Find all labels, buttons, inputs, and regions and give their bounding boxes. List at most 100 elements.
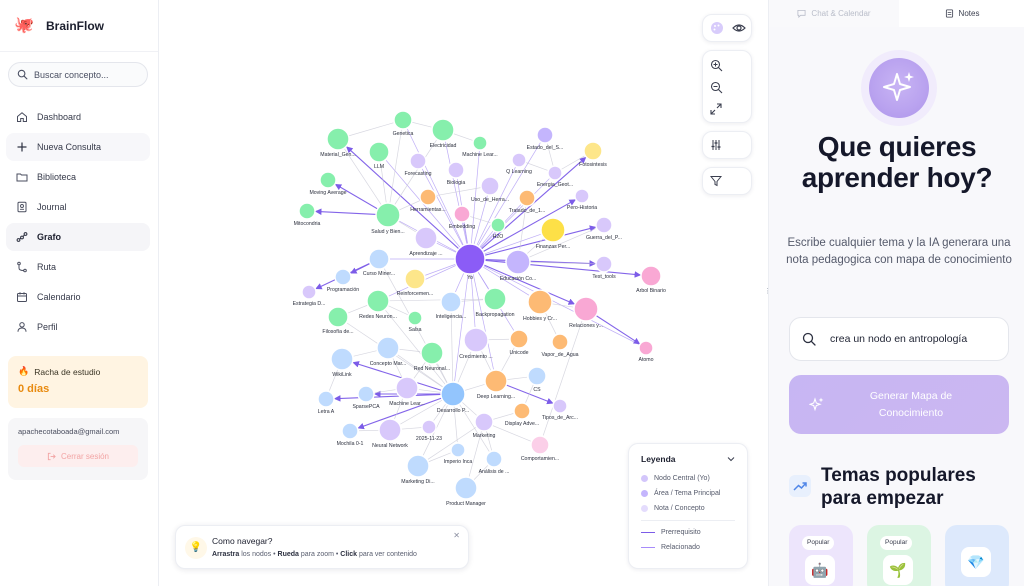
graph-node-circle[interactable] — [485, 450, 503, 468]
sidebar-item-calendario[interactable]: Calendario — [6, 283, 150, 311]
graph-node-fecha[interactable]: 2025-11-23 — [416, 419, 442, 442]
graph-node-circle[interactable] — [640, 265, 662, 287]
graph-canvas[interactable]: Yo Genetica Electricidad Material_Gen... LLM… — [160, 0, 767, 586]
graph-node-circle[interactable] — [518, 189, 536, 207]
graph-node-circle[interactable] — [407, 310, 423, 326]
graph-node-circle[interactable] — [505, 249, 531, 275]
graph-node-salsa[interactable]: Salsa — [407, 310, 423, 333]
graph-node-circle[interactable] — [375, 202, 401, 228]
graph-node-estado[interactable]: Estado_del_S... — [527, 126, 564, 151]
generate-map-button[interactable]: Generar Mapa de Conocimiento — [789, 375, 1009, 434]
graph-node-moving[interactable]: Moving Average — [309, 171, 347, 196]
graph-node-circle[interactable] — [540, 217, 566, 243]
graph-node-circle[interactable] — [440, 381, 466, 407]
graph-node-inteligencia[interactable]: Inteligencia... — [436, 291, 467, 320]
graph-node-circle[interactable] — [421, 419, 437, 435]
graph-node-pero[interactable]: Pero-Historia — [567, 188, 597, 211]
graph-node-display[interactable]: Display Adve... — [505, 402, 539, 427]
graph-node-qlearning[interactable]: Q Learning — [506, 152, 532, 175]
graph-node-material[interactable]: Material_Gen... — [320, 127, 356, 158]
graph-node-circle[interactable] — [595, 216, 613, 234]
graph-node-circle[interactable] — [511, 152, 527, 168]
graph-node-fotosintesis[interactable]: Fotosintesis — [579, 141, 607, 168]
graph-node-neural[interactable]: Neural Network — [372, 418, 408, 449]
graph-node-energia[interactable]: Energia_Geot... — [537, 165, 573, 188]
graph-node-circle[interactable] — [431, 118, 455, 142]
graph-node-circle[interactable] — [483, 287, 507, 311]
graph-node-circle[interactable] — [317, 390, 335, 408]
graph-node-estrategia[interactable]: Estrategia D... — [293, 284, 326, 307]
graph-node-circle[interactable] — [551, 333, 569, 351]
zoom-out-button[interactable] — [707, 78, 725, 96]
graph-node-redneuronal[interactable]: Red Neuronal... — [414, 341, 450, 372]
graph-node-circle[interactable] — [472, 135, 488, 151]
graph-node-circle[interactable] — [357, 385, 375, 403]
sliders-button[interactable] — [707, 136, 725, 154]
graph-node-reforzamiento[interactable]: Reinforcemen... — [397, 268, 434, 297]
graph-node-mlearn1[interactable]: Machine Lear... — [462, 135, 498, 158]
graph-node-circle[interactable] — [368, 141, 390, 163]
graph-node-h2o[interactable]: H2O — [490, 217, 506, 240]
graph-node-atomo[interactable]: Atomo — [638, 340, 654, 363]
graph-node-test[interactable]: Test_tools — [592, 255, 616, 280]
sidebar-item-biblioteca[interactable]: Biblioteca — [6, 163, 150, 191]
graph-node-letra[interactable]: Letra A — [317, 390, 335, 415]
graph-node-circle[interactable] — [404, 268, 426, 290]
graph-node-circle[interactable] — [409, 152, 427, 170]
search-input[interactable]: Buscar concepto... — [8, 62, 148, 87]
graph-node-circle[interactable] — [536, 126, 554, 144]
topic-card[interactable]: Popular 🤖 — [789, 525, 853, 586]
graph-node-circle[interactable] — [420, 341, 444, 365]
graph-node-circle[interactable] — [453, 205, 471, 223]
graph-node-mochila[interactable]: Mochila 0-1 — [337, 422, 364, 447]
graph-node-circle[interactable] — [368, 248, 390, 270]
graph-node-curso[interactable]: Curso Miner... — [363, 248, 395, 277]
graph-node-mktdigital[interactable]: Marketing Di... — [401, 454, 435, 485]
graph-node-mlearn2[interactable]: Machine Lear... — [389, 376, 425, 407]
fit-view-button[interactable] — [707, 100, 725, 118]
graph-node-circle[interactable] — [319, 171, 337, 189]
graph-node-tratado[interactable]: Tratado_de_1... — [509, 189, 545, 214]
graph-node-circle[interactable] — [327, 306, 349, 328]
palette-button[interactable] — [708, 19, 726, 37]
graph-node-marketing[interactable]: Marketing — [473, 412, 496, 439]
graph-node-backprop[interactable]: Backpropagation — [476, 287, 515, 318]
graph-node-genetica[interactable]: Genetica — [393, 110, 414, 137]
graph-node-analisis[interactable]: Análisis de ... — [479, 450, 510, 475]
graph-node-circle[interactable] — [480, 176, 500, 196]
graph-node-tipos[interactable]: Tipos_de_Arc... — [542, 398, 578, 421]
graph-node-circle[interactable] — [463, 327, 489, 353]
graph-node-circle[interactable] — [513, 402, 531, 420]
tab-chat-calendar[interactable]: Chat & Calendar — [769, 0, 899, 27]
graph-node-circle[interactable] — [450, 442, 466, 458]
graph-node-embedding[interactable]: Embedding — [449, 205, 475, 230]
legend-header[interactable]: Leyenda — [641, 454, 735, 464]
graph-node-circle[interactable] — [301, 284, 317, 300]
chevron-down-icon[interactable] — [727, 455, 735, 463]
graph-node-circle[interactable] — [530, 435, 550, 455]
graph-node-circle[interactable] — [334, 268, 352, 286]
graph-node-circle[interactable] — [474, 412, 494, 432]
graph-node-comportamiento[interactable]: Comportamien... — [521, 435, 559, 462]
topic-card[interactable]: 💎 — [945, 525, 1009, 586]
graph-node-guerra[interactable]: Guerra_del_P... — [586, 216, 622, 241]
graph-node-circle[interactable] — [447, 161, 465, 179]
graph-node-circle[interactable] — [376, 336, 400, 360]
graph-node-redes[interactable]: Redes Neuron... — [359, 289, 397, 320]
graph-node-circle[interactable] — [414, 226, 438, 250]
sidebar-item-ruta[interactable]: Ruta — [6, 253, 150, 281]
graph-node-circle[interactable] — [527, 289, 553, 315]
graph-node-circle[interactable] — [595, 255, 613, 273]
graph-node-circle[interactable] — [454, 476, 478, 500]
graph-node-relaciones[interactable]: Relaciones y... — [569, 296, 603, 329]
graph-node-circle[interactable] — [298, 202, 316, 220]
tab-notes[interactable]: Notes — [899, 0, 1024, 27]
visibility-button[interactable] — [730, 19, 748, 37]
graph-node-arbol[interactable]: Arbol Binario — [636, 265, 666, 294]
graph-node-circle[interactable] — [454, 243, 486, 275]
close-icon[interactable]: ✕ — [453, 531, 460, 540]
graph-node-circle[interactable] — [378, 418, 402, 442]
graph-node-circle[interactable] — [366, 289, 390, 313]
graph-node-circle[interactable] — [393, 110, 413, 130]
graph-node-unicode[interactable]: Unicode — [509, 329, 529, 356]
